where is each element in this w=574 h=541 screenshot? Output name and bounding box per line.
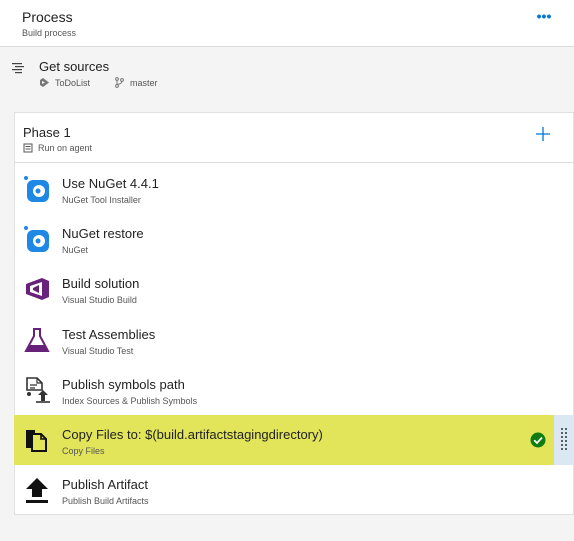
task-test-assemblies[interactable]: Test Assemblies Visual Studio Test — [15, 315, 574, 365]
source-list-icon — [12, 63, 24, 74]
publish-symbols-icon — [26, 377, 50, 403]
repo-icon — [40, 78, 49, 87]
task-kind: NuGet — [62, 245, 89, 255]
task-name: Publish symbols path — [62, 377, 185, 392]
agent-icon — [23, 143, 33, 153]
task-name: Copy Files to: $(build.artifactstagingdi… — [62, 427, 323, 442]
task-kind: Copy Files — [62, 446, 105, 456]
enabled-check-icon — [530, 432, 546, 448]
task-name: Use NuGet 4.4.1 — [62, 176, 159, 191]
get-sources-title: Get sources — [39, 59, 110, 74]
repo-name: ToDoList — [55, 77, 91, 88]
task-name: Publish Artifact — [62, 477, 148, 492]
process-title: Process — [22, 9, 73, 25]
branch-name: master — [130, 77, 158, 88]
task-nuget-restore[interactable]: NuGet restore NuGet — [15, 214, 574, 264]
phase-subtitle-row: Run on agent — [23, 143, 92, 153]
get-sources-meta: ToDoList master — [39, 77, 158, 88]
task-kind: Visual Studio Build — [62, 295, 137, 305]
more-options-button[interactable]: ••• — [534, 9, 554, 26]
process-header[interactable]: Process Build process ••• — [0, 0, 574, 47]
process-subtitle: Build process — [22, 28, 77, 38]
task-use-nuget[interactable]: Use NuGet 4.4.1 NuGet Tool Installer — [15, 164, 574, 214]
branch-icon — [115, 77, 124, 88]
task-name: NuGet restore — [62, 226, 144, 241]
task-publish-symbols[interactable]: Publish symbols path Index Sources & Pub… — [15, 365, 574, 415]
upload-icon — [26, 478, 48, 503]
copy-files-icon — [26, 430, 47, 452]
drag-handle[interactable] — [554, 415, 574, 465]
phase-card: Phase 1 Run on agent Use NuGet 4.4.1 NuG… — [14, 112, 574, 515]
task-build-solution[interactable]: Build solution Visual Studio Build — [15, 264, 574, 314]
nuget-icon — [24, 226, 49, 252]
drag-grip-icon — [561, 428, 567, 450]
task-name: Build solution — [62, 276, 140, 291]
get-sources-item[interactable]: Get sources ToDoList master — [0, 48, 574, 112]
add-task-button[interactable] — [534, 125, 552, 143]
flask-icon — [24, 328, 50, 352]
task-kind: Visual Studio Test — [62, 346, 134, 356]
task-kind: Index Sources & Publish Symbols — [62, 396, 198, 406]
task-copy-files[interactable]: Copy Files to: $(build.artifactstagingdi… — [14, 415, 554, 465]
visual-studio-icon — [26, 278, 49, 300]
task-kind: Publish Build Artifacts — [62, 496, 149, 506]
phase-header[interactable]: Phase 1 Run on agent — [15, 113, 574, 163]
task-kind: NuGet Tool Installer — [62, 195, 141, 205]
task-name: Test Assemblies — [62, 327, 156, 342]
nuget-icon — [24, 176, 49, 202]
phase-subtitle: Run on agent — [38, 143, 93, 153]
phase-title: Phase 1 — [23, 125, 71, 140]
task-publish-artifact[interactable]: Publish Artifact Publish Build Artifacts — [15, 465, 574, 515]
